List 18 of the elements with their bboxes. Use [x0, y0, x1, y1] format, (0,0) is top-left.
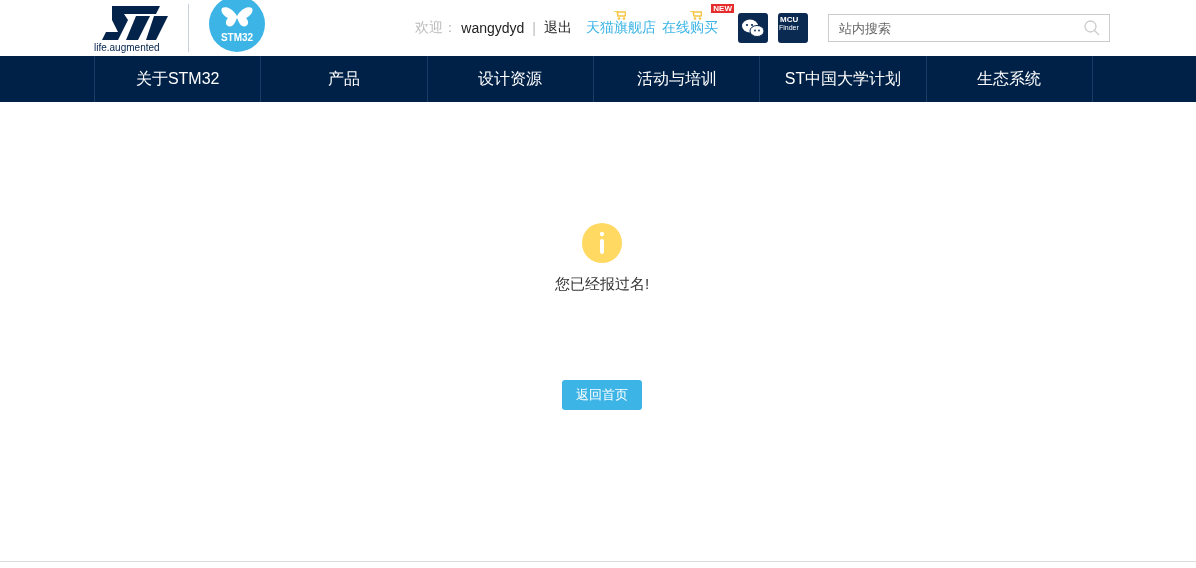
info-icon	[582, 223, 622, 263]
welcome-label: 欢迎：	[415, 19, 458, 37]
nav-item[interactable]: 产品	[261, 56, 428, 102]
notice-message: 您已经报过名!	[554, 275, 650, 294]
separator: |	[532, 20, 536, 36]
nav-item[interactable]: 设计资源	[427, 56, 594, 102]
nav-item[interactable]: 关于STM32	[95, 56, 262, 102]
cart-icon	[614, 11, 626, 20]
nav-item[interactable]: 活动与培训	[594, 56, 761, 102]
search-field[interactable]: 站内搜索	[828, 14, 1110, 42]
wechat-icon[interactable]	[738, 13, 768, 43]
cart-icon	[690, 11, 702, 20]
nav-item[interactable]: 生态系统	[926, 56, 1093, 102]
username-link[interactable]: wangydyd	[461, 20, 525, 36]
logout-link[interactable]: 退出	[544, 19, 572, 37]
nav-item[interactable]: ST中国大学计划	[760, 56, 927, 102]
logo-tagline: life.augmented	[94, 41, 160, 53]
new-badge: NEW	[711, 4, 734, 13]
